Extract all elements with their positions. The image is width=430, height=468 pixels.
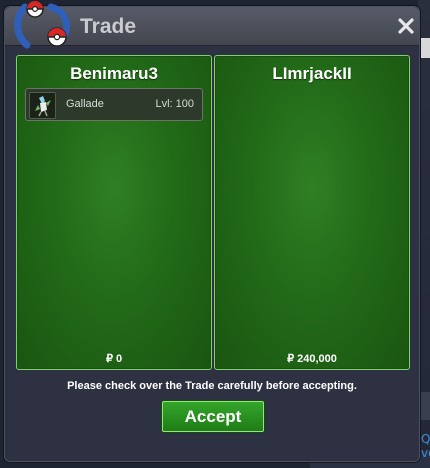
your-offer-panel: Benimaru3 Gallade Lvl: 100 ₽0 [16, 55, 212, 370]
close-button[interactable] [396, 16, 416, 36]
player-name: Benimaru3 [70, 64, 158, 83]
offered-pokemon-row[interactable]: Gallade Lvl: 100 [25, 88, 203, 121]
window-title: Trade [80, 15, 137, 38]
partner-offer-panel: LImrjackII ₽240,000 [214, 55, 410, 370]
background-chat-fragment: Qvo [421, 432, 430, 460]
trade-window: Trade Benimaru3 Gallade Lvl: 100 ₽ 0 LIm… [4, 1, 420, 462]
pokedollar-icon: ₽ [105, 353, 113, 365]
trade-notice: Please check over the Trade carefully be… [67, 380, 357, 392]
partner-money-value: 240,000 [297, 353, 337, 365]
pokemon-name: Gallade [66, 98, 104, 110]
close-icon [398, 18, 414, 34]
partner-money-amount: ₽240,000 [215, 352, 409, 365]
partner-name: LImrjackII [272, 64, 352, 83]
pokedollar-icon: ₽ [287, 353, 295, 365]
pokeball-emblem-icon [14, 1, 70, 49]
pokemon-level: Lvl: 100 [155, 98, 194, 110]
money-value: 0 [115, 353, 123, 365]
gallade-sprite-icon [29, 92, 56, 119]
accept-button[interactable]: Accept [162, 401, 264, 432]
money-amount: ₽0 [17, 352, 211, 365]
